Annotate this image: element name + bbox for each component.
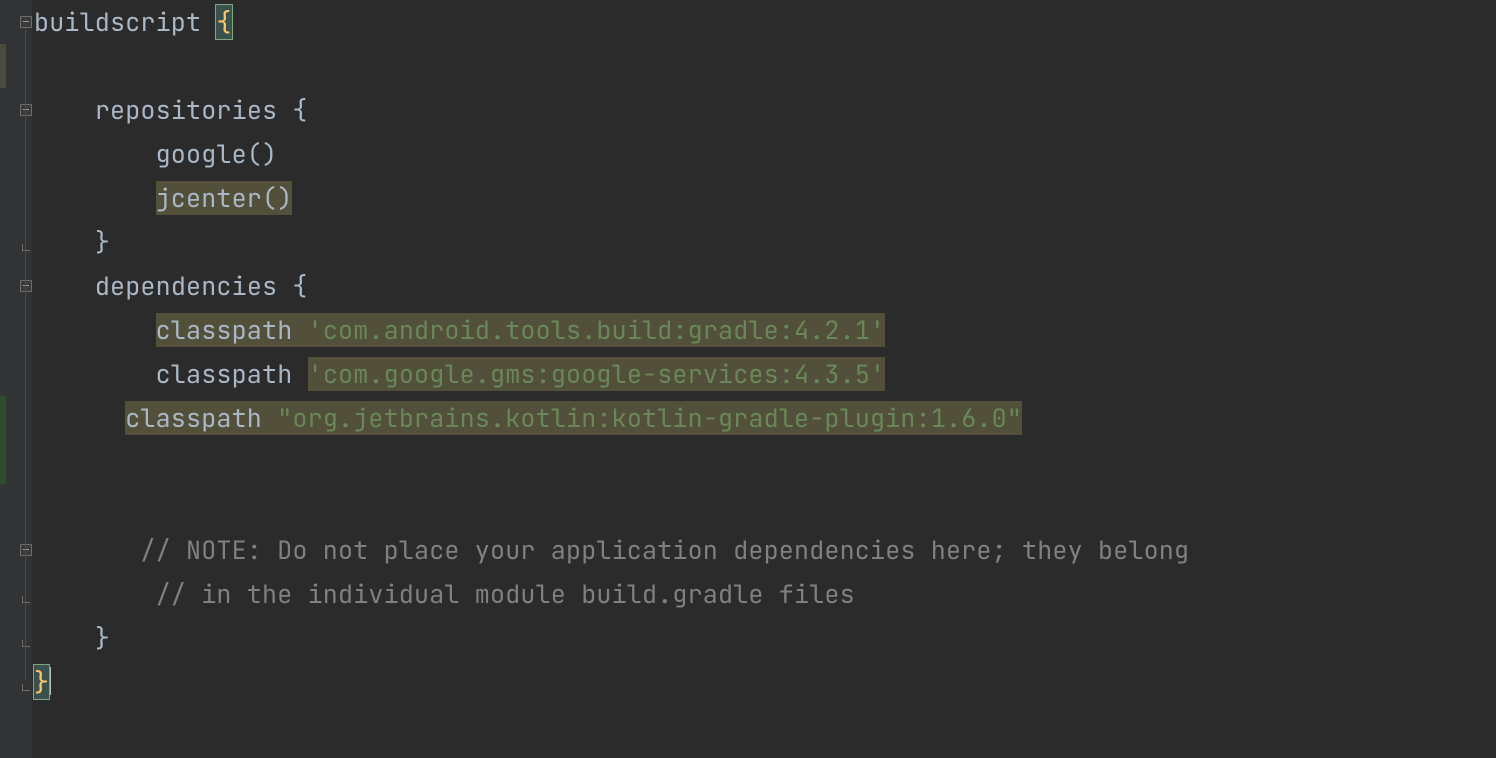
fold-toggle-icon[interactable]: [20, 16, 32, 28]
code-line[interactable]: // NOTE: Do not place your application d…: [32, 528, 1496, 572]
code-token: 'com.google.gms:google-services:4.3.5': [308, 357, 886, 391]
code-token: }: [34, 665, 49, 699]
code-token: "org.jetbrains.kotlin:kotlin-gradle-plug…: [277, 401, 1022, 435]
code-token: }: [95, 225, 110, 259]
code-line[interactable]: [32, 484, 1496, 528]
code-line-content: jcenter(): [34, 176, 292, 220]
code-line-content: buildscript {: [34, 0, 232, 44]
code-line[interactable]: buildscript {: [32, 0, 1496, 44]
code-token: classpath: [156, 357, 308, 391]
code-line[interactable]: classpath 'com.android.tools.build:gradl…: [32, 308, 1496, 352]
code-line-content: }: [34, 616, 110, 660]
vcs-change-marker[interactable]: [0, 44, 6, 88]
code-line[interactable]: dependencies {: [32, 264, 1496, 308]
code-token: }: [95, 621, 110, 655]
fold-end-icon: [22, 690, 30, 698]
code-line-content: classpath "org.jetbrains.kotlin:kotlin-g…: [34, 396, 1022, 440]
fold-end-icon: [22, 250, 30, 258]
code-token: {: [292, 269, 307, 303]
code-token: {: [216, 5, 231, 39]
vcs-change-marker[interactable]: [0, 440, 6, 484]
code-line[interactable]: }: [32, 616, 1496, 660]
code-line[interactable]: jcenter(): [32, 176, 1496, 220]
code-line[interactable]: }: [32, 660, 1496, 704]
code-token: // in the individual module build.gradle…: [156, 577, 855, 611]
code-token: 'com.android.tools.build:gradle:4.2.1': [308, 313, 886, 347]
code-line-content: dependencies {: [34, 264, 308, 308]
code-token: classpath: [125, 401, 277, 435]
code-line-content: classpath 'com.android.tools.build:gradl…: [34, 308, 885, 352]
code-token: repositories: [95, 93, 293, 127]
code-area[interactable]: buildscript { repositories { google() jc…: [32, 0, 1496, 758]
code-editor[interactable]: buildscript { repositories { google() jc…: [0, 0, 1496, 758]
code-line[interactable]: }: [32, 220, 1496, 264]
code-token: google(): [156, 137, 278, 171]
code-line[interactable]: google(): [32, 132, 1496, 176]
code-line-content: // NOTE: Do not place your application d…: [34, 528, 1189, 572]
text-caret: [49, 667, 51, 695]
code-line[interactable]: classpath 'com.google.gms:google-service…: [32, 352, 1496, 396]
code-token: // NOTE: Do not place your application d…: [140, 533, 1189, 567]
code-line-content: }: [34, 220, 110, 264]
code-line[interactable]: classpath "org.jetbrains.kotlin:kotlin-g…: [32, 396, 1496, 440]
fold-toggle-icon[interactable]: [20, 544, 32, 556]
fold-toggle-icon[interactable]: [20, 104, 32, 116]
code-token: buildscript: [34, 5, 216, 39]
code-line[interactable]: // in the individual module build.gradle…: [32, 572, 1496, 616]
code-line-content: repositories {: [34, 88, 308, 132]
vcs-change-marker[interactable]: [0, 396, 6, 440]
code-line-content: // in the individual module build.gradle…: [34, 572, 855, 616]
code-token: {: [292, 93, 307, 127]
fold-toggle-icon[interactable]: [20, 280, 32, 292]
code-line-content: classpath 'com.google.gms:google-service…: [34, 352, 885, 396]
code-line[interactable]: [32, 44, 1496, 88]
code-line-content: }: [34, 660, 51, 704]
code-token: dependencies: [95, 269, 293, 303]
code-line-content: google(): [34, 132, 277, 176]
fold-end-icon: [22, 602, 30, 610]
code-line[interactable]: [32, 440, 1496, 484]
code-token: jcenter(): [156, 181, 293, 215]
fold-guide-line: [25, 28, 26, 680]
editor-gutter: [0, 0, 32, 758]
code-token: classpath: [156, 313, 308, 347]
code-line[interactable]: repositories {: [32, 88, 1496, 132]
fold-end-icon: [22, 646, 30, 654]
